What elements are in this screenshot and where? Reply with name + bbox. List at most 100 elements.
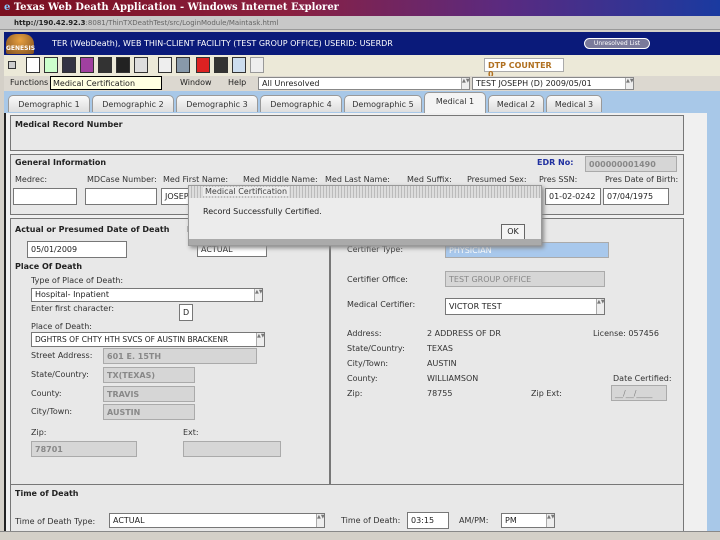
- time-type-select[interactable]: ACTUAL ▲▼: [109, 513, 325, 528]
- type-place-label: Type of Place of Death:: [31, 276, 124, 285]
- menu-functions[interactable]: Functions: [10, 78, 48, 87]
- certifier-office-label: Certifier Office:: [347, 275, 408, 284]
- first-char-label: Enter first character:: [31, 304, 115, 313]
- pres-ssn-input[interactable]: 01-02-0242: [545, 188, 601, 205]
- time-label: Time of Death:: [341, 516, 401, 525]
- dialog-footer: [189, 239, 541, 245]
- toolbar: DTP COUNTER 0: [4, 55, 720, 79]
- medical-certifier-select[interactable]: VICTOR TEST ▲▼: [445, 298, 605, 315]
- time-of-death-section: Time of Death Time of Death Type: ACTUAL…: [10, 484, 684, 531]
- street-value: 601 E. 15TH: [103, 348, 257, 364]
- pres-ssn-label: Pres SSN:: [539, 175, 578, 184]
- spinner-icon[interactable]: ▲▼: [256, 333, 265, 346]
- license-value: License: 057456: [593, 329, 659, 338]
- spinner-icon[interactable]: ▲▼: [254, 289, 263, 301]
- edr-number: 000000001490: [585, 156, 677, 172]
- med-suffix-label: Med Suffix:: [407, 175, 452, 184]
- certify-icon[interactable]: [44, 57, 58, 73]
- ext-value: [183, 441, 281, 457]
- ampm-value: PM: [505, 516, 517, 525]
- stop-icon[interactable]: [196, 57, 210, 73]
- certifier-office-value: TEST GROUP OFFICE: [445, 271, 605, 287]
- tab-demographic-5[interactable]: Demographic 5: [344, 95, 422, 112]
- tab-medical-2[interactable]: Medical 2: [488, 95, 544, 112]
- report-icon[interactable]: [134, 57, 148, 73]
- save-icon[interactable]: [98, 57, 112, 73]
- status-bar: [0, 531, 720, 540]
- spinner-icon[interactable]: ▲▼: [625, 78, 634, 89]
- tab-demographic-4[interactable]: Demographic 4: [260, 95, 342, 112]
- mdcase-input[interactable]: [85, 188, 157, 205]
- type-place-select[interactable]: Hospital- Inpatient ▲▼: [31, 288, 263, 302]
- ampm-select[interactable]: PM ▲▼: [501, 513, 555, 528]
- address-bar[interactable]: http://190.42.92.3:8081/ThinTXDeathTest/…: [0, 16, 720, 30]
- county-label: County:: [31, 389, 62, 398]
- time-input[interactable]: 03:15: [407, 512, 449, 529]
- dialog-title-bar[interactable]: Medical Certification: [189, 186, 541, 198]
- binoculars-icon[interactable]: [116, 57, 130, 73]
- time-type-label: Time of Death Type:: [15, 517, 96, 526]
- medrec-input[interactable]: [13, 188, 77, 205]
- tooltip: Medical Certification: [50, 76, 162, 90]
- spinner-icon[interactable]: ▲▼: [316, 514, 325, 527]
- tab-medical-1[interactable]: Medical 1: [424, 92, 486, 113]
- tab-bar: Demographic 1 Demographic 2 Demographic …: [4, 91, 720, 113]
- cert-zipext-label: Zip Ext:: [531, 389, 562, 398]
- unresolved-list-button[interactable]: Unresolved List: [584, 38, 650, 49]
- section-title: Actual or Presumed Date of Death: [15, 225, 170, 234]
- tab-demographic-1[interactable]: Demographic 1: [8, 95, 90, 112]
- zip-value: 78701: [31, 441, 137, 457]
- certifier-type-label: Certifier Type:: [347, 245, 404, 254]
- window-title-bar: e Texas Web Death Application - Windows …: [0, 0, 720, 16]
- pres-dob-label: Pres Date of Birth:: [605, 175, 679, 184]
- state-label: State/Country:: [31, 370, 89, 379]
- date-certified-input[interactable]: __/__/____: [611, 385, 667, 401]
- cert-city-label: City/Town:: [347, 359, 389, 368]
- tab-demographic-3[interactable]: Demographic 3: [176, 95, 258, 112]
- url-host: http://190.42.92.3: [14, 19, 86, 27]
- medrec-label: Medrec:: [15, 175, 48, 184]
- menu-window[interactable]: Window: [180, 78, 212, 87]
- dtp-counter: DTP COUNTER 0: [484, 58, 564, 79]
- date-certified-label: Date Certified:: [613, 374, 672, 383]
- city-value: AUSTIN: [103, 404, 195, 420]
- certifier-section: Certifier Type: PHYSICIAN Certifier Offi…: [330, 218, 684, 485]
- cert-city-value: AUSTIN: [427, 359, 457, 368]
- ok-button[interactable]: OK: [501, 224, 525, 240]
- microscope-icon[interactable]: [158, 57, 172, 73]
- med-last-name-label: Med Last Name:: [325, 175, 390, 184]
- cert-county-value: WILLIAMSON: [427, 374, 479, 383]
- type-place-value: Hospital- Inpatient: [35, 290, 109, 299]
- medical-form: Medical Record Number General Informatio…: [4, 113, 707, 531]
- tab-demographic-2[interactable]: Demographic 2: [92, 95, 174, 112]
- spinner-icon[interactable]: ▲▼: [596, 299, 605, 314]
- spinner-icon[interactable]: ▲▼: [461, 78, 470, 89]
- window-icon[interactable]: [8, 61, 16, 69]
- window-title: Texas Web Death Application - Windows In…: [13, 2, 339, 13]
- first-char-input[interactable]: D: [179, 304, 193, 321]
- hand-icon[interactable]: [250, 57, 264, 73]
- calculator-icon[interactable]: [214, 57, 228, 73]
- dialog-message: Record Successfully Certified.: [203, 207, 322, 216]
- pres-dob-input[interactable]: 07/04/1975: [603, 188, 669, 205]
- new-document-icon[interactable]: [26, 57, 40, 73]
- place-of-death-select[interactable]: DGHTRS OF CHTY HTH SVCS OF AUSTIN BRACKE…: [31, 332, 265, 347]
- record-select[interactable]: TEST JOSEPH (D) 2009/05/01 ▲▼: [472, 77, 634, 90]
- tools-icon[interactable]: [62, 57, 76, 73]
- help-book-icon[interactable]: [80, 57, 94, 73]
- header-text: TER (WebDeath), WEB THIN-CLIENT FACILITY…: [52, 39, 393, 48]
- street-label: Street Address:: [31, 351, 93, 360]
- filter-select[interactable]: All Unresolved ▲▼: [258, 77, 470, 90]
- url-path: :8081/ThinTXDeathTest/src/LoginModule/Ma…: [85, 19, 279, 27]
- section-title: Medical Record Number: [15, 120, 123, 129]
- tab-medical-3[interactable]: Medical 3: [546, 95, 602, 112]
- medical-certifier-label: Medical Certifier:: [347, 300, 416, 309]
- section-title: General Information: [15, 158, 107, 167]
- menu-help[interactable]: Help: [228, 78, 246, 87]
- address-value: 2 ADDRESS OF DR: [427, 329, 501, 338]
- spinner-icon[interactable]: ▲▼: [546, 514, 555, 527]
- edr-label: EDR No:: [537, 158, 574, 167]
- date-of-death-input[interactable]: 05/01/2009: [27, 241, 127, 258]
- print-icon[interactable]: [176, 57, 190, 73]
- list-icon[interactable]: [232, 57, 246, 73]
